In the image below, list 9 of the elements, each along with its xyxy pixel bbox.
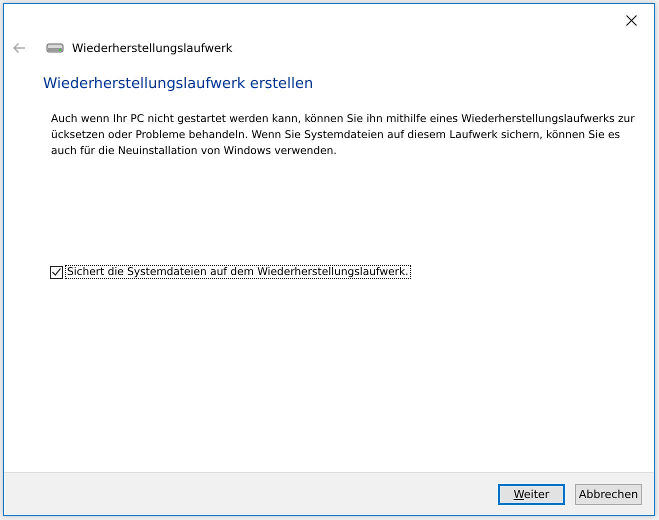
cancel-button[interactable]: Abbrechen [575, 484, 642, 504]
close-icon[interactable] [626, 14, 636, 26]
next-button[interactable]: Weiter [498, 484, 565, 504]
window-title: Wiederherstellungslaufwerk [72, 41, 232, 55]
checkbox-label[interactable]: Sichert die Systemdateien auf dem Wiederherstellungslaufwerk. [65, 265, 411, 279]
checkbox[interactable] [50, 266, 63, 278]
description-text: Auch wenn Ihr PC nicht gestartet werden kann, können Sie ihn mithilfe eines Wiederherstellungslaufwerks zur ücksetzen oder Probleme behandeln. Wenn Sie Systemdateien auf diesem Laufwerk sichern, können Sie es auch für die Neuinstallation von Windows verwenden. [51, 112, 636, 159]
page-heading: Wiederherstellungslaufwerk erstellen [43, 76, 314, 92]
drive-icon [46, 43, 64, 53]
